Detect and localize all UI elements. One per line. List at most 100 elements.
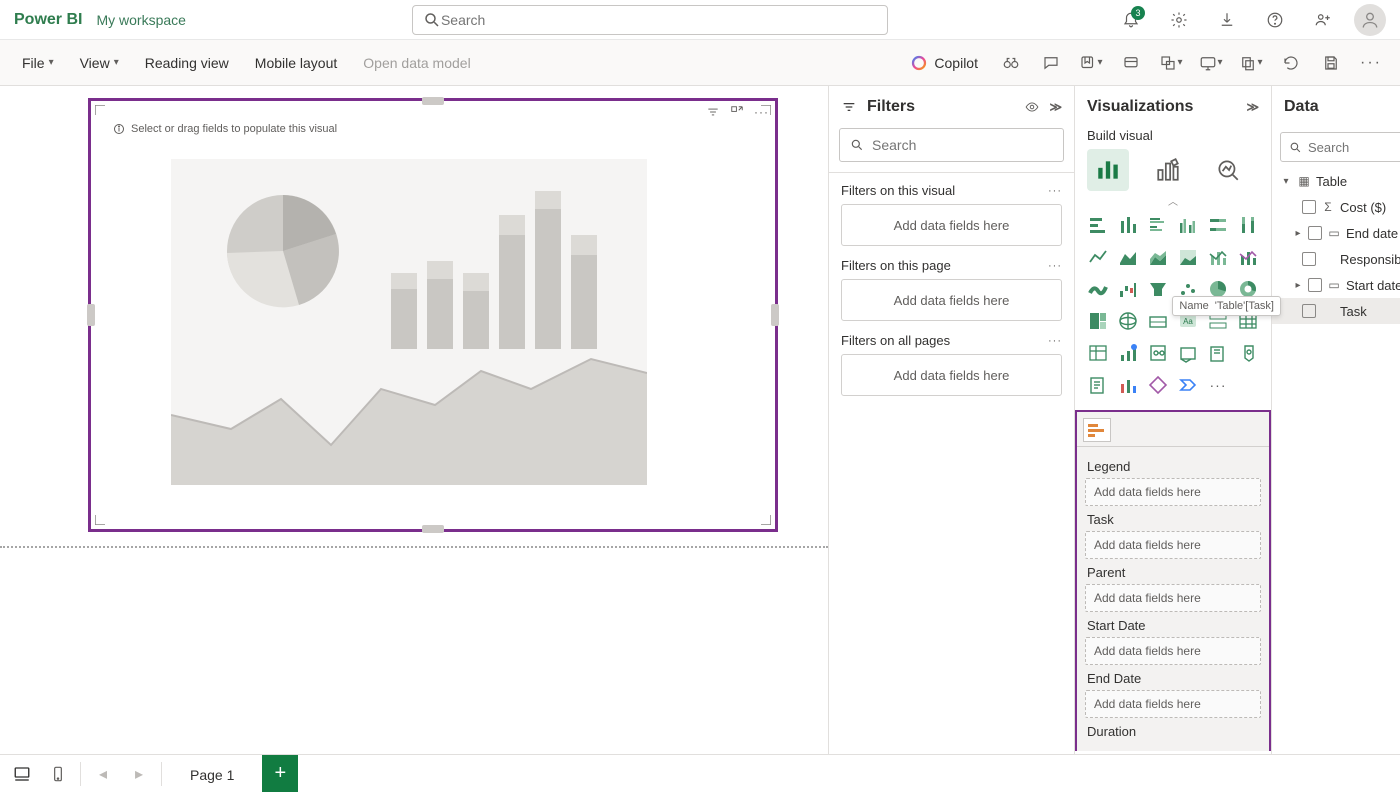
build-visual-tab[interactable] <box>1087 149 1129 191</box>
more-icon[interactable]: ··· <box>1048 185 1062 197</box>
visual-more-icon[interactable]: ··· <box>754 105 769 119</box>
viz-key-influencers[interactable] <box>1175 340 1201 366</box>
page-tab-1[interactable]: Page 1 <box>170 755 254 792</box>
viz-qa[interactable] <box>1235 340 1261 366</box>
account-manager-button[interactable] <box>1306 3 1340 37</box>
viz-narrative[interactable] <box>1085 372 1111 398</box>
data-search[interactable] <box>1280 132 1400 162</box>
chevron-up-icon[interactable]: ︿ <box>1075 193 1271 208</box>
notifications-button[interactable]: 3 <box>1114 3 1148 37</box>
global-search[interactable] <box>412 5 888 35</box>
table-node[interactable]: ▾ ▦ Table <box>1272 168 1400 194</box>
desktop-layout-button[interactable] <box>8 760 36 788</box>
viz-r[interactable] <box>1115 340 1141 366</box>
filters-all-well[interactable]: Add data fields here <box>841 354 1062 396</box>
avatar[interactable] <box>1354 4 1386 36</box>
menu-reading-view[interactable]: Reading view <box>135 51 239 75</box>
collapse-viz-icon[interactable]: ≫ <box>1246 100 1259 114</box>
menu-file[interactable]: File▾ <box>12 51 64 75</box>
filters-visual-well[interactable]: Add data fields here <box>841 204 1062 246</box>
viz-stacked-col[interactable] <box>1115 212 1141 238</box>
checkbox[interactable] <box>1302 304 1316 318</box>
field-task[interactable]: Task ··· <box>1272 298 1400 324</box>
viz-automate[interactable] <box>1175 372 1201 398</box>
viz-100stacked-col[interactable] <box>1235 212 1261 238</box>
menu-view[interactable]: View▾ <box>70 51 129 75</box>
mobile-layout-button[interactable] <box>44 760 72 788</box>
view-button[interactable] <box>1114 46 1148 80</box>
settings-button[interactable] <box>1162 3 1196 37</box>
viz-paginated[interactable] <box>1115 372 1141 398</box>
add-page-button[interactable]: + <box>262 755 298 792</box>
help-button[interactable] <box>1258 3 1292 37</box>
well-parent-slot[interactable]: Add data fields here <box>1085 584 1261 612</box>
viz-funnel[interactable] <box>1145 276 1171 302</box>
refresh-visuals-button[interactable]: ▾ <box>1194 46 1228 80</box>
eye-icon[interactable] <box>1025 100 1039 114</box>
viz-100stacked-bar[interactable] <box>1205 212 1231 238</box>
selected-visual[interactable]: ··· Select or drag fields to populate th… <box>88 98 778 532</box>
checkbox[interactable] <box>1308 278 1322 292</box>
visual-interact-button[interactable]: ▾ <box>1154 46 1188 80</box>
field-start-date[interactable]: ▸ ▭ Start date <box>1272 272 1400 298</box>
comments-button[interactable] <box>1034 46 1068 80</box>
well-enddate-slot[interactable]: Add data fields here <box>1085 690 1261 718</box>
checkbox[interactable] <box>1302 200 1316 214</box>
viz-treemap[interactable] <box>1085 308 1111 334</box>
filter-icon[interactable] <box>706 105 720 119</box>
resize-handle-left[interactable] <box>87 304 95 326</box>
viz-area[interactable] <box>1115 244 1141 270</box>
viz-line-clustered-col[interactable] <box>1235 244 1261 270</box>
save-button[interactable] <box>1314 46 1348 80</box>
workspace-name[interactable]: My workspace <box>96 12 185 28</box>
prev-page-button[interactable]: ◂ <box>89 760 117 788</box>
duplicate-button[interactable]: ▾ <box>1234 46 1268 80</box>
filters-page-well[interactable]: Add data fields here <box>841 279 1062 321</box>
global-search-input[interactable] <box>441 12 877 28</box>
well-legend-slot[interactable]: Add data fields here <box>1085 478 1261 506</box>
resize-handle-top[interactable] <box>422 97 444 105</box>
viz-matrix[interactable] <box>1085 340 1111 366</box>
viz-line[interactable] <box>1085 244 1111 270</box>
download-button[interactable] <box>1210 3 1244 37</box>
viz-stacked-area[interactable] <box>1145 244 1171 270</box>
checkbox[interactable] <box>1308 226 1322 240</box>
viz-map[interactable] <box>1115 308 1141 334</box>
next-page-button[interactable]: ▸ <box>125 760 153 788</box>
explore-button[interactable] <box>994 46 1028 80</box>
more-icon[interactable]: ··· <box>1048 260 1062 272</box>
viz-clustered-bar[interactable] <box>1145 212 1171 238</box>
copilot-button[interactable]: Copilot <box>900 50 988 76</box>
field-end-date[interactable]: ▸ ▭ End date <box>1272 220 1400 246</box>
viz-powerapps[interactable] <box>1145 372 1171 398</box>
field-responsible[interactable]: Responsible Tea... <box>1272 246 1400 272</box>
viz-waterfall[interactable] <box>1115 276 1141 302</box>
resize-handle-right[interactable] <box>771 304 779 326</box>
menu-mobile-layout[interactable]: Mobile layout <box>245 51 348 75</box>
well-task-slot[interactable]: Add data fields here <box>1085 531 1261 559</box>
format-visual-tab[interactable] <box>1147 149 1189 191</box>
custom-visual-thumbnail[interactable] <box>1083 418 1111 442</box>
persist-button[interactable]: ▾ <box>1074 46 1108 80</box>
resize-handle-bottom[interactable] <box>422 525 444 533</box>
viz-ribbon[interactable] <box>1085 276 1111 302</box>
viz-more[interactable]: ··· <box>1205 372 1231 398</box>
viz-line-stacked-col[interactable] <box>1205 244 1231 270</box>
field-cost[interactable]: Σ Cost ($) <box>1272 194 1400 220</box>
viz-python[interactable] <box>1145 340 1171 366</box>
checkbox[interactable] <box>1302 252 1316 266</box>
analytics-tab[interactable] <box>1207 149 1249 191</box>
more-button[interactable]: ··· <box>1354 46 1388 80</box>
filter-search[interactable] <box>839 128 1064 162</box>
viz-100stacked-area[interactable] <box>1175 244 1201 270</box>
collapse-filters-icon[interactable]: ≫ <box>1049 100 1062 114</box>
filter-search-input[interactable] <box>872 137 1053 153</box>
more-icon[interactable]: ··· <box>1048 335 1062 347</box>
data-search-input[interactable] <box>1308 140 1400 155</box>
viz-gauge[interactable] <box>1145 308 1171 334</box>
refresh-button[interactable] <box>1274 46 1308 80</box>
well-startdate-slot[interactable]: Add data fields here <box>1085 637 1261 665</box>
viz-decomposition[interactable] <box>1205 340 1231 366</box>
viz-clustered-col[interactable] <box>1175 212 1201 238</box>
focus-icon[interactable] <box>730 105 744 119</box>
